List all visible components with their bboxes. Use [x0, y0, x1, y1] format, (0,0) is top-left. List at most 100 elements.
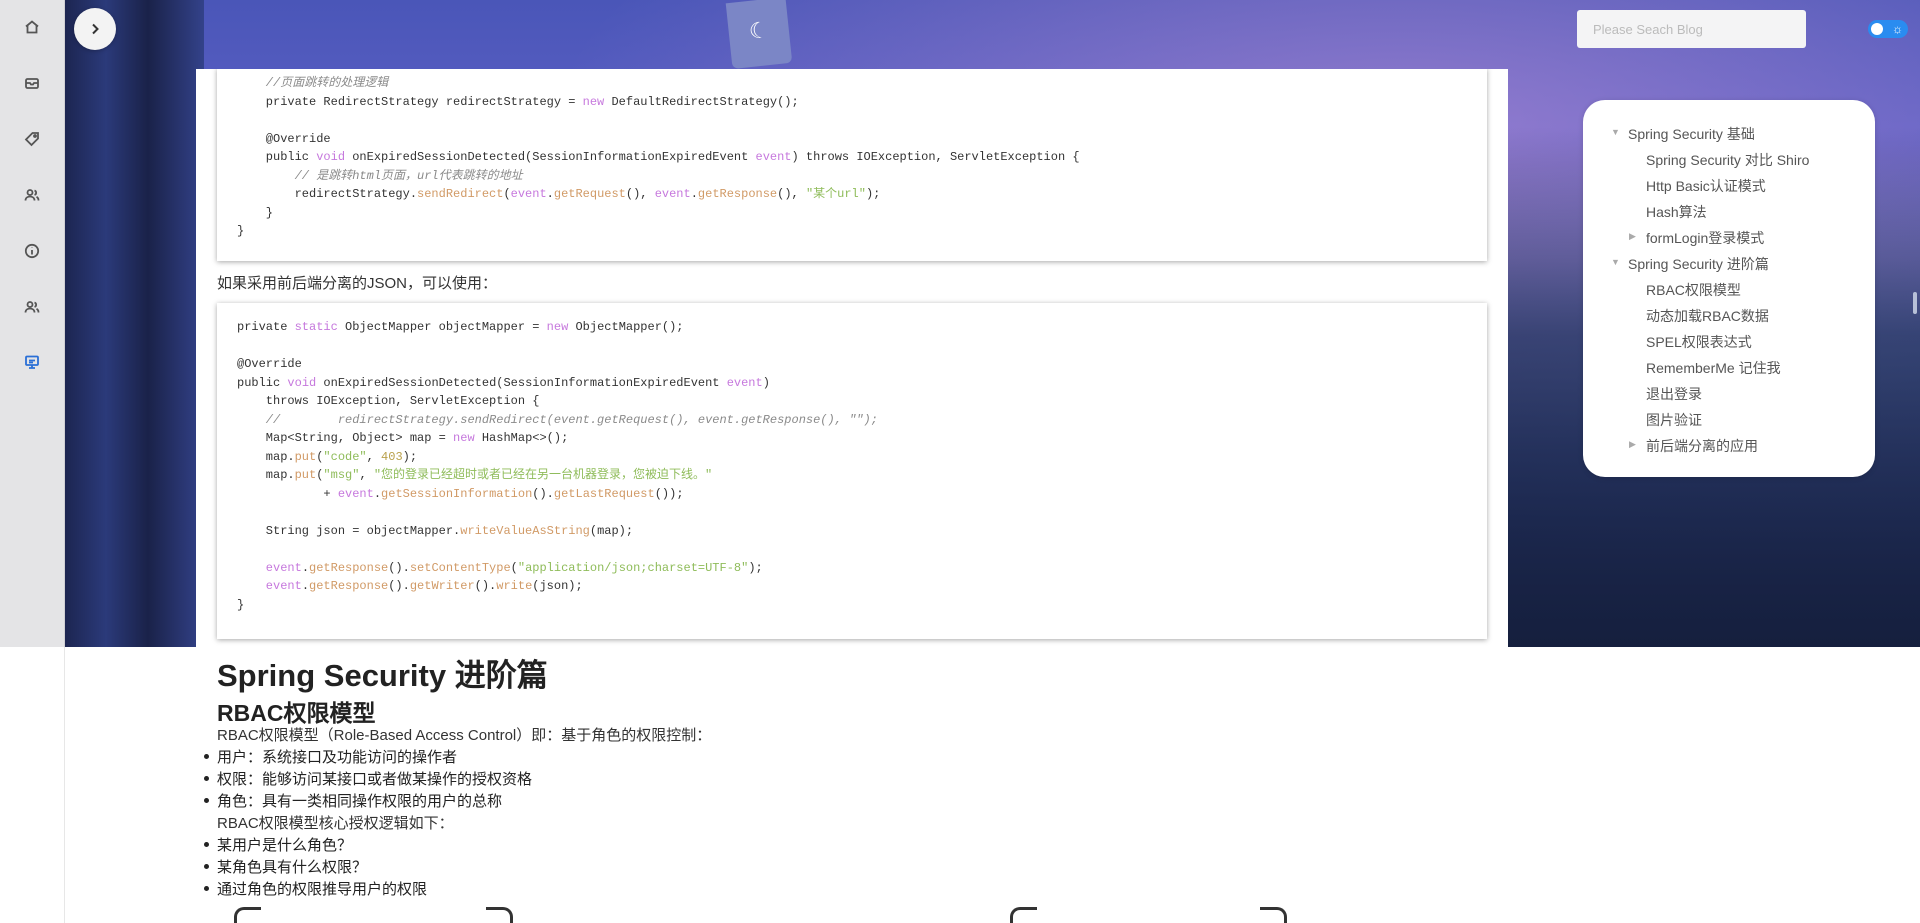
toc-item[interactable]: Spring Security 进阶篇: [1628, 254, 1769, 274]
code-line: }: [237, 222, 1467, 241]
expand-sidebar-button[interactable]: [74, 8, 116, 50]
code-token: "某个url": [805, 187, 866, 201]
code-token: @Override: [237, 131, 331, 146]
code-line: // redirectStrategy.sendRedirect(event.g…: [237, 411, 1467, 430]
code-token: @Override: [237, 357, 302, 371]
code-token: put: [294, 468, 317, 482]
code-line: map.put("code", 403);: [237, 448, 1467, 467]
sun-icon: ☼: [1892, 22, 1903, 36]
code-token: getLastRequest: [553, 486, 655, 501]
toc-item[interactable]: 动态加载RBAC数据: [1646, 306, 1769, 326]
code-token: event: [510, 187, 547, 201]
paragraph-json: 如果采用前后端分离的JSON，可以使用：: [217, 275, 498, 292]
toc-item[interactable]: Hash算法: [1646, 202, 1707, 222]
code-token: ().: [532, 486, 554, 501]
toc-item[interactable]: 退出登录: [1646, 384, 1702, 404]
code-token: event: [337, 486, 374, 501]
code-token: event: [237, 579, 302, 593]
code-line: event.getResponse().getWriter().write(js…: [237, 577, 1467, 596]
code-token: //页面跳转的处理逻辑: [237, 76, 389, 90]
code-line: }: [237, 596, 1467, 615]
code-token: event: [755, 150, 792, 164]
toc-item[interactable]: SPEL权限表达式: [1646, 332, 1752, 352]
code-token: new: [546, 320, 569, 334]
sidebar-item-monitor[interactable]: [19, 349, 45, 375]
toc-item[interactable]: RBAC权限模型: [1646, 280, 1741, 300]
code-line: public void onExpiredSessionDetected(Ses…: [237, 148, 1467, 167]
code-token: .: [301, 560, 310, 575]
scrollbar-thumb[interactable]: [1913, 292, 1917, 314]
code-line: Map<String, Object> map = new HashMap<>(…: [237, 429, 1467, 448]
toc-item[interactable]: Spring Security 对比 Shiro: [1646, 150, 1809, 170]
toc-item[interactable]: Spring Security 基础: [1628, 124, 1755, 144]
code-token: (json);: [532, 579, 583, 593]
diagram-box-edge: [486, 907, 513, 923]
moon-icon: ☾: [725, 0, 793, 69]
sidebar-item-home[interactable]: [19, 14, 45, 40]
code-line: map.put("msg", "您的登录已经超时或者已经在另一台机器登录，您被迫…: [237, 466, 1467, 485]
code-token: onExpiredSessionDetected(SessionInformat…: [316, 375, 727, 390]
section-title: Spring Security 进阶篇: [217, 658, 548, 693]
toc-item[interactable]: 前后端分离的应用: [1646, 436, 1758, 456]
diagram-box-edge: [1010, 907, 1037, 923]
toc-item[interactable]: Http Basic认证模式: [1646, 176, 1766, 196]
code-token: "application/json;charset=UTF-8": [517, 560, 749, 575]
list-item: 权限：能够访问某接口或者做某操作的授权资格: [203, 768, 532, 789]
search-input[interactable]: [1577, 10, 1806, 48]
sidebar-item-tags[interactable]: [19, 126, 45, 152]
code-token: HashMap<>();: [474, 431, 569, 445]
toc-item[interactable]: formLogin登录模式: [1646, 228, 1764, 248]
code-token: DefaultRedirectStrategy();: [604, 94, 799, 109]
code-token: ) throws IOException, ServletException {: [791, 150, 1080, 164]
caret-down-icon[interactable]: ▼: [1611, 127, 1620, 137]
caret-down-icon[interactable]: ▼: [1611, 257, 1620, 267]
code-token: (),: [777, 187, 806, 201]
code-token: "msg": [323, 468, 360, 482]
code-token: getWriter: [409, 579, 475, 593]
code-token: put: [294, 449, 317, 464]
code-token: (),: [625, 187, 655, 201]
toggle-knob: [1871, 23, 1883, 35]
code-token: void: [316, 150, 346, 164]
code-token: }: [237, 205, 274, 220]
tag-icon: [24, 132, 39, 147]
code-token: ): [762, 375, 770, 390]
code-token: getResponse: [309, 579, 389, 593]
theme-toggle[interactable]: ☼: [1868, 20, 1908, 38]
list-item: 用户：系统接口及功能访问的操作者: [203, 746, 457, 767]
code-token: getSessionInformation: [381, 486, 533, 501]
article: //页面跳转的处理逻辑 private RedirectStrategy red…: [196, 69, 1508, 923]
sidebar-lower: [0, 647, 65, 923]
code-line: //页面跳转的处理逻辑: [237, 74, 1467, 93]
code-token: ().: [388, 560, 410, 575]
diagram-box-edge: [1260, 907, 1287, 923]
toc-item[interactable]: RememberMe 记住我: [1646, 358, 1781, 378]
users-icon: [24, 189, 40, 201]
list-item: 角色：具有一类相同操作权限的用户的总称: [203, 790, 502, 811]
code-token: void: [287, 375, 317, 390]
code-token: "您的登录已经超时或者已经在另一台机器登录，您被迫下线。": [373, 468, 713, 482]
code-token: Map<String, Object> map =: [237, 431, 454, 445]
code-token: .: [301, 579, 310, 593]
code-token: event: [654, 187, 691, 201]
sidebar-item-archive[interactable]: [19, 70, 45, 96]
diagram-box-edge: [234, 907, 261, 923]
code-line: throws IOException, ServletException {: [237, 392, 1467, 411]
code-line: event.getResponse().setContentType("appl…: [237, 559, 1467, 578]
code-token: redirectStrategy.: [237, 187, 418, 201]
sidebar-item-friends[interactable]: [19, 294, 45, 320]
sidebar-item-users[interactable]: [19, 182, 45, 208]
code-token: write: [496, 579, 533, 593]
caret-right-icon[interactable]: ▶: [1629, 231, 1636, 242]
caret-right-icon[interactable]: ▶: [1629, 439, 1636, 450]
sidebar-item-about[interactable]: [19, 238, 45, 264]
toc-item[interactable]: 图片验证: [1646, 410, 1702, 430]
code-token: getRequest: [553, 187, 626, 201]
code-line: @Override: [237, 355, 1467, 374]
code-token: 403: [381, 449, 403, 464]
code-token: setContentType: [409, 560, 511, 575]
code-token: onExpiredSessionDetected(SessionInformat…: [345, 150, 756, 164]
code-token: ());: [654, 486, 684, 501]
